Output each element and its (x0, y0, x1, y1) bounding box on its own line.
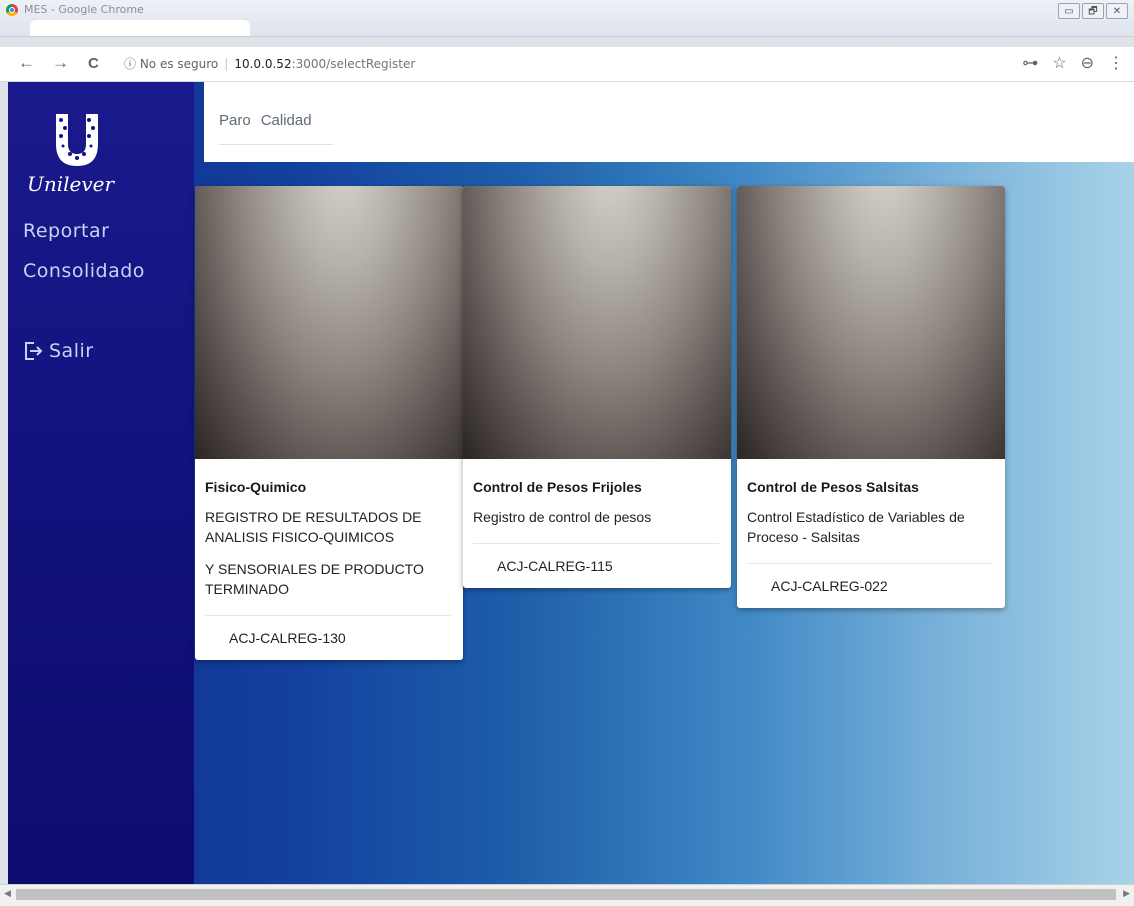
back-icon[interactable]: ← (18, 53, 35, 73)
unilever-wordmark: Unilever (27, 172, 115, 196)
card-description-secondary: Y SENSORIALES DE PRODUCTO TERMINADO (205, 561, 424, 597)
register-card-pesos-frijoles[interactable]: Control de Pesos Frijoles Registro de co… (463, 186, 731, 588)
card-description: Registro de control de pesos (473, 509, 652, 525)
card-code: ACJ-CALREG-130 (229, 630, 346, 646)
card-image (195, 186, 463, 459)
browser-toolbar: ← → C ⓘ No es seguro | 10.0.0.52:3000/sele… (0, 47, 1134, 82)
restore-button[interactable]: 🗗 (1082, 3, 1104, 19)
card-title: Control de Pesos Salsitas (747, 479, 919, 495)
close-button[interactable]: ✕ (1106, 3, 1128, 19)
url-path: :3000/selectRegister (291, 57, 416, 71)
register-card-fisico-quimico[interactable]: Fisico-Quimico REGISTRO DE RESULTADOS DE… (195, 186, 463, 660)
card-title: Control de Pesos Frijoles (473, 479, 642, 495)
chrome-favicon-icon (6, 4, 18, 16)
forward-icon[interactable]: → (52, 53, 69, 73)
sidebar-item-reportar[interactable]: Reportar (23, 220, 109, 242)
menu-icon[interactable]: ⋮ (1108, 53, 1124, 73)
nav-item-paro[interactable]: Paro (219, 112, 251, 129)
star-icon[interactable]: ☆ (1052, 53, 1066, 73)
card-title: Fisico-Quimico (205, 479, 307, 495)
security-indicator[interactable]: ⓘ No es seguro (124, 57, 218, 71)
window-controls: ▭ 🗗 ✕ (1058, 3, 1128, 19)
card-description: Control Estadístico de Variables de Proc… (747, 509, 965, 545)
card-divider (747, 563, 993, 564)
top-nav: Paro Calidad (219, 112, 312, 129)
horizontal-scrollbar[interactable]: ◀ ▶ (0, 884, 1134, 906)
scroll-right-icon[interactable]: ▶ (1123, 888, 1130, 899)
minimize-button[interactable]: ▭ (1058, 3, 1080, 19)
url-host: 10.0.0.52 (234, 57, 292, 71)
card-code: ACJ-CALREG-115 (497, 558, 613, 574)
register-card-pesos-salsitas[interactable]: Control de Pesos Salsitas Control Estadí… (737, 186, 1005, 608)
profile-icon[interactable]: ⊖ (1081, 53, 1094, 73)
nav-item-calidad[interactable]: Calidad (261, 112, 312, 129)
card-divider (205, 615, 451, 616)
reload-icon[interactable]: C (88, 55, 99, 72)
unilever-logo-icon (56, 114, 98, 166)
nav-underline (219, 144, 333, 145)
card-image (737, 186, 1005, 459)
address-bar[interactable]: ⓘ No es seguro | 10.0.0.52:3000/selectRegi… (124, 55, 415, 72)
scroll-left-icon[interactable]: ◀ (4, 888, 11, 899)
window-titlebar: MES - Google Chrome ▭ 🗗 ✕ (0, 0, 1134, 37)
window-title: MES - Google Chrome (24, 3, 144, 16)
scrollbar-thumb[interactable] (16, 889, 1116, 900)
sidebar-item-consolidado[interactable]: Consolidado (23, 260, 145, 282)
sidebar: Unilever Reportar Consolidado Salir (8, 82, 194, 884)
page-viewport: Unilever Reportar Consolidado Salir Paro… (8, 82, 1134, 884)
toolbar-actions: ⊶ ☆ ⊖ ⋮ (1022, 53, 1124, 73)
key-icon[interactable]: ⊶ (1022, 53, 1038, 73)
card-description: REGISTRO DE RESULTADOS DE ANALISIS FISIC… (205, 509, 422, 545)
browser-tab[interactable] (30, 20, 250, 36)
card-code: ACJ-CALREG-022 (771, 578, 888, 594)
card-image (463, 186, 731, 459)
top-navbar: Paro Calidad (204, 82, 1134, 162)
logout-icon (25, 342, 43, 360)
logout-label: Salir (49, 340, 94, 362)
card-divider (473, 543, 719, 544)
logout-button[interactable]: Salir (23, 340, 94, 362)
